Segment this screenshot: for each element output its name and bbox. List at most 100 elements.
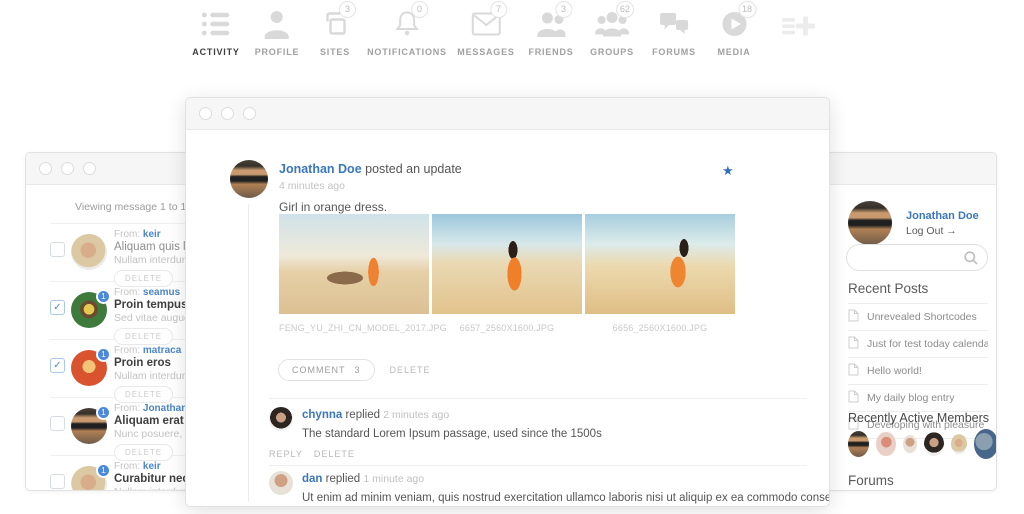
message-checkbox[interactable] bbox=[50, 416, 65, 431]
unread-count-badge: 1 bbox=[96, 347, 111, 362]
nav-item-forums[interactable]: FORUMS bbox=[652, 7, 696, 57]
avatar[interactable] bbox=[230, 160, 268, 198]
nav-item-media[interactable]: 18 MEDIA bbox=[718, 7, 751, 57]
friends-badge: 3 bbox=[555, 1, 572, 18]
avatar[interactable] bbox=[951, 434, 967, 454]
nav-label: MESSAGES bbox=[457, 47, 514, 57]
comment-count: 3 bbox=[355, 365, 361, 375]
search-box[interactable] bbox=[846, 244, 988, 271]
favorite-star-icon[interactable]: ★ bbox=[722, 163, 734, 179]
recent-post-link[interactable]: Unrevealed Shortcodes bbox=[848, 304, 988, 331]
recent-post-link[interactable]: Just for test today calendar day bbox=[848, 331, 988, 358]
attachment-photo[interactable] bbox=[585, 214, 735, 314]
avatar[interactable]: 1 bbox=[71, 466, 107, 491]
document-icon bbox=[848, 309, 859, 325]
nav-item-groups[interactable]: 62 GROUPS bbox=[590, 7, 634, 57]
nav-item-friends[interactable]: 3 FRIENDS bbox=[528, 7, 573, 57]
nav-item-activity[interactable]: ACTIVITY bbox=[192, 7, 239, 57]
check-icon: ✓ bbox=[53, 302, 61, 313]
nav-label: FRIENDS bbox=[528, 47, 573, 57]
window-minimize-button[interactable] bbox=[61, 162, 74, 175]
nav-item-profile[interactable]: PROFILE bbox=[255, 7, 300, 57]
divider bbox=[269, 398, 807, 399]
search-icon[interactable] bbox=[964, 251, 978, 270]
recent-post-link[interactable]: My daily blog entry bbox=[848, 385, 988, 412]
post-attachments: FENG_YU_ZHI_CN_MODEL_2017.JPG 6657_2560X… bbox=[279, 214, 735, 333]
page: { "nav": { "items": [ { "label": "ACTIVI… bbox=[0, 0, 1024, 514]
avatar[interactable]: 1 bbox=[71, 408, 107, 444]
sender-link[interactable]: matraca bbox=[143, 345, 181, 356]
message-checkbox[interactable]: ✓ bbox=[50, 300, 65, 315]
comment-action-text: replied bbox=[326, 473, 361, 485]
avatar[interactable]: 1 bbox=[71, 350, 107, 386]
activity-modal: Jonathan Doe posted an update 4 minutes … bbox=[185, 97, 830, 507]
comment-author-link[interactable]: chynna bbox=[302, 409, 342, 421]
reply-button[interactable]: REPLY bbox=[269, 449, 303, 459]
avatar[interactable] bbox=[269, 471, 293, 495]
window-close-button[interactable] bbox=[199, 107, 212, 120]
attachment-photo[interactable] bbox=[432, 214, 582, 314]
sender-link[interactable]: keir bbox=[143, 461, 161, 472]
members-title: Recently Active Members bbox=[848, 411, 989, 425]
nav-label: MEDIA bbox=[718, 47, 751, 57]
avatar[interactable] bbox=[876, 432, 895, 456]
nav-item-messages[interactable]: 7 MESSAGES bbox=[457, 7, 514, 57]
comment-action-text: replied bbox=[345, 409, 380, 421]
nav-item-add-new[interactable] bbox=[782, 9, 818, 43]
avatar[interactable] bbox=[848, 431, 869, 457]
document-icon bbox=[848, 363, 859, 379]
from-label: From: bbox=[114, 287, 140, 298]
post-timestamp: 4 minutes ago bbox=[279, 180, 345, 192]
from-label: From: bbox=[114, 345, 140, 356]
comment-text: Ut enim ad minim veniam, quis nostrud ex… bbox=[302, 492, 830, 504]
recent-post-link[interactable]: Hello world! bbox=[848, 358, 988, 385]
search-input[interactable] bbox=[859, 249, 959, 266]
recent-posts-title: Recent Posts bbox=[848, 281, 928, 296]
post-delete-button[interactable]: DELETE bbox=[390, 365, 431, 375]
window-maximize-button[interactable] bbox=[83, 162, 96, 175]
notifications-badge: 0 bbox=[411, 1, 428, 18]
nav-item-notifications[interactable]: 0 NOTIFICATIONS bbox=[367, 7, 447, 57]
avatar[interactable] bbox=[924, 432, 943, 456]
unread-count-badge: 1 bbox=[96, 463, 111, 478]
message-checkbox[interactable]: ✓ bbox=[50, 358, 65, 373]
from-label: From: bbox=[114, 403, 140, 414]
post-author-link[interactable]: Jonathan Doe bbox=[279, 162, 362, 176]
nav-label: PROFILE bbox=[255, 47, 300, 57]
post-action-text: posted an update bbox=[365, 162, 462, 176]
sidebar-user-link[interactable]: Jonathan Doe bbox=[906, 210, 979, 222]
nav-label: GROUPS bbox=[590, 47, 634, 57]
avatar[interactable] bbox=[974, 429, 997, 459]
nav-label: SITES bbox=[320, 47, 350, 57]
avatar[interactable]: 1 bbox=[71, 292, 107, 328]
avatar[interactable] bbox=[269, 407, 293, 431]
sender-link[interactable]: seamus bbox=[143, 287, 180, 298]
nav-item-sites[interactable]: 3 SITES bbox=[320, 7, 350, 57]
attachment-caption: FENG_YU_ZHI_CN_MODEL_2017.JPG bbox=[279, 323, 429, 333]
comment-timestamp: 1 minute ago bbox=[363, 473, 424, 485]
avatar[interactable] bbox=[848, 201, 892, 245]
unread-count-badge: 1 bbox=[96, 405, 111, 420]
divider bbox=[269, 465, 807, 466]
window-minimize-button[interactable] bbox=[221, 107, 234, 120]
comment-delete-button[interactable]: DELETE bbox=[314, 449, 355, 459]
window-maximize-button[interactable] bbox=[243, 107, 256, 120]
attachment-caption: 6656_2560X1600.JPG bbox=[585, 323, 735, 333]
avatar[interactable] bbox=[903, 435, 918, 453]
attachment-photo[interactable] bbox=[279, 214, 429, 314]
avatar[interactable] bbox=[71, 234, 107, 270]
message-checkbox[interactable] bbox=[50, 242, 65, 257]
logout-link[interactable]: Log Out → bbox=[906, 225, 957, 237]
groups-badge: 62 bbox=[616, 1, 634, 18]
window-close-button[interactable] bbox=[39, 162, 52, 175]
message-checkbox[interactable] bbox=[50, 474, 65, 489]
unread-count-badge: 1 bbox=[96, 289, 111, 304]
forums-title: Forums bbox=[848, 473, 894, 488]
comment-button[interactable]: COMMENT 3 bbox=[278, 359, 375, 381]
window-titlebar bbox=[186, 98, 829, 130]
from-label: From: bbox=[114, 461, 140, 472]
forums-icon bbox=[659, 10, 689, 38]
nav-label: NOTIFICATIONS bbox=[367, 47, 447, 57]
sender-link[interactable]: keir bbox=[143, 229, 161, 240]
comment-author-link[interactable]: dan bbox=[302, 473, 322, 485]
